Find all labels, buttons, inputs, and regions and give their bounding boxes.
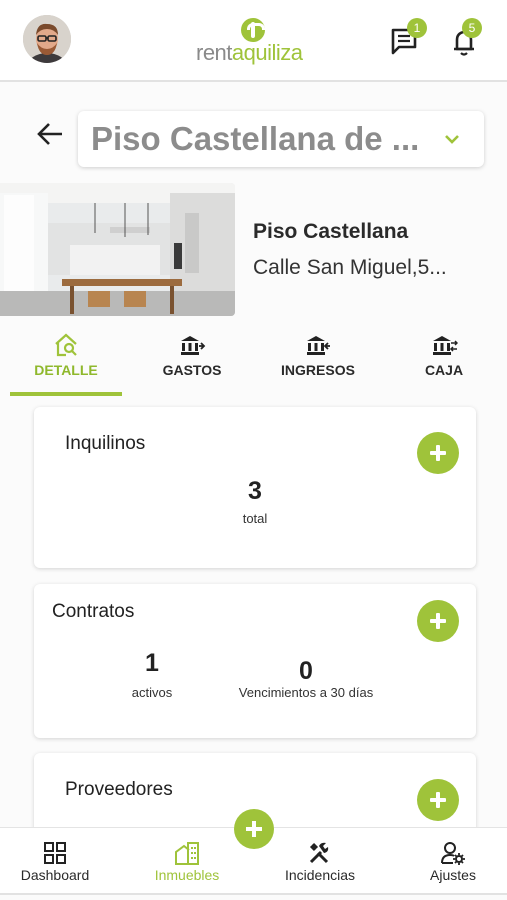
add-contract-button[interactable] (417, 600, 459, 642)
expiring-contracts-label: Vencimientos a 30 días (238, 685, 374, 700)
contracts-card[interactable]: Contratos 1 activos 0 Vencimientos a 30 … (34, 584, 476, 738)
tenants-card[interactable]: Inquilinos 3 total (34, 407, 476, 568)
floating-add-button[interactable] (234, 809, 274, 849)
nav-dashboard-label: Dashboard (20, 867, 90, 883)
property-tabs: DETALLE GASTOS INGRESOS CAJA (0, 328, 507, 396)
property-photo (0, 183, 235, 316)
bank-in-icon (307, 336, 330, 355)
property-selector[interactable]: Piso Castellana de ... (78, 111, 484, 167)
add-supplier-button[interactable] (417, 779, 459, 821)
avatar[interactable] (23, 15, 71, 63)
nav-incidencias[interactable]: Incidencias (264, 828, 376, 894)
user-gear-icon (441, 842, 465, 865)
logo-mark-icon (241, 18, 265, 42)
property-name: Piso Castellana (253, 220, 409, 243)
tools-icon (309, 842, 329, 864)
top-bar: rentaquiliza 1 5 (0, 0, 507, 82)
active-contracts-label: activos (131, 685, 173, 700)
house-search-icon (55, 333, 77, 357)
bank-out-icon (181, 336, 206, 355)
tab-gastos[interactable]: GASTOS (136, 328, 248, 396)
contracts-title: Contratos (52, 601, 135, 622)
nav-inmuebles-label: Inmuebles (154, 867, 220, 883)
tab-detalle[interactable]: DETALLE (10, 328, 122, 396)
active-contracts-count: 1 (145, 649, 159, 677)
tab-ingresos-label: INGRESOS (281, 362, 355, 378)
messages-button[interactable]: 1 (388, 18, 428, 64)
tenants-count-label: total (242, 511, 268, 526)
chevron-down-icon (445, 135, 459, 144)
suppliers-title: Proveedores (65, 779, 173, 800)
logo-text-rent: rent (196, 40, 232, 65)
tenants-title: Inquilinos (65, 433, 146, 454)
expiring-contracts-count: 0 (299, 657, 313, 685)
app-screen: rentaquiliza 1 5 Piso Castellana de ... … (0, 0, 507, 900)
messages-badge: 1 (407, 18, 427, 38)
building-icon (175, 842, 199, 865)
notifications-button[interactable]: 5 (448, 18, 488, 64)
notifications-badge: 5 (462, 18, 482, 38)
rentaquiliza-logo: rentaquiliza (196, 18, 312, 66)
tab-ingresos[interactable]: INGRESOS (262, 328, 374, 396)
tab-caja[interactable]: CAJA (388, 328, 500, 396)
logo-text-aquiliza: aquiliza (231, 40, 303, 65)
nav-dashboard[interactable]: Dashboard (0, 828, 110, 894)
tab-caja-label: CAJA (424, 362, 464, 378)
nav-incidencias-label: Incidencias (284, 867, 356, 883)
bank-exchange-icon (433, 336, 458, 355)
property-address: Calle San Miguel,5... (253, 256, 447, 279)
add-tenant-button[interactable] (417, 432, 459, 474)
tenants-count: 3 (248, 477, 262, 505)
property-selector-text: Piso Castellana de ... (91, 120, 420, 157)
tab-detalle-label: DETALLE (34, 362, 98, 378)
dashboard-icon (44, 842, 66, 864)
active-tab-indicator (10, 392, 122, 396)
arrow-left-icon (37, 123, 62, 145)
nav-ajustes-label: Ajustes (430, 867, 476, 883)
tab-gastos-label: GASTOS (162, 362, 222, 378)
nav-inmuebles[interactable]: Inmuebles (132, 828, 242, 894)
nav-ajustes[interactable]: Ajustes (398, 828, 507, 894)
back-button[interactable] (36, 120, 64, 148)
